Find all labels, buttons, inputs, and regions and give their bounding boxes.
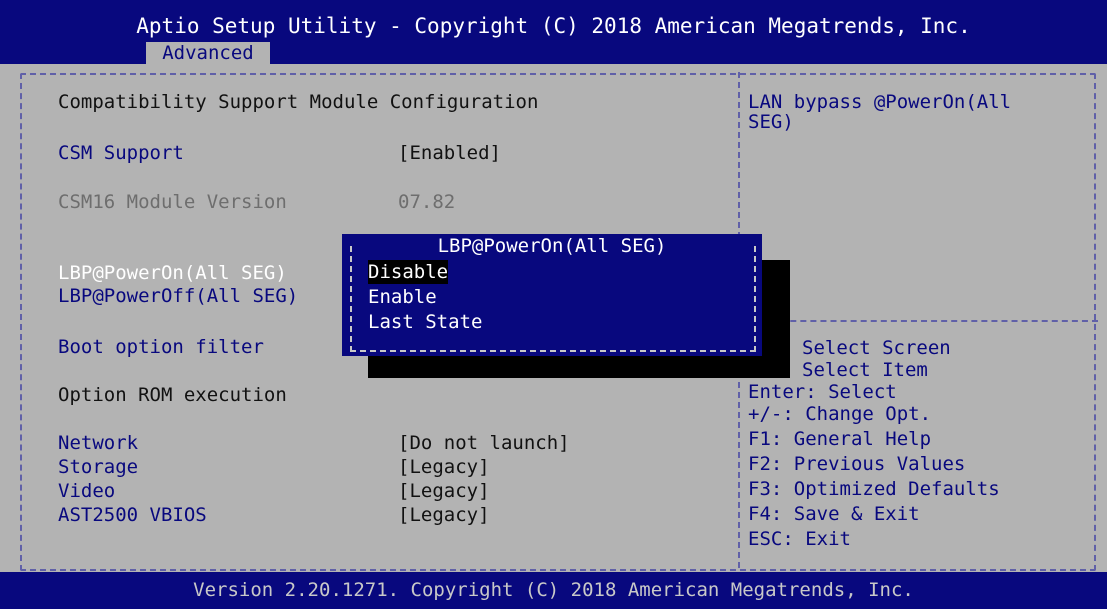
- title-bar: Aptio Setup Utility - Copyright (C) 2018…: [0, 0, 1107, 65]
- help-f1: F1: General Help: [748, 428, 932, 450]
- help-f2: F2: Previous Values: [748, 453, 966, 475]
- csm-support-label[interactable]: CSM Support: [58, 141, 184, 165]
- help-description-line2: SEG): [748, 111, 794, 133]
- storage-label[interactable]: Storage: [58, 455, 138, 479]
- network-label[interactable]: Network: [58, 431, 138, 455]
- popup-option-last-state[interactable]: Last State: [368, 310, 482, 334]
- help-esc: ESC: Exit: [748, 528, 851, 550]
- popup-option-disable[interactable]: Disable: [368, 260, 449, 284]
- ast2500-vbios-label[interactable]: AST2500 VBIOS: [58, 503, 207, 527]
- boot-option-filter-label[interactable]: Boot option filter: [58, 335, 264, 359]
- version-text: Version 2.20.1271. Copyright (C) 2018 Am…: [193, 579, 914, 601]
- lbp-poweroff-label[interactable]: LBP@PowerOff(All SEG): [58, 284, 298, 308]
- network-value[interactable]: [Do not launch]: [398, 431, 570, 455]
- csm16-version-value: 07.82: [398, 191, 456, 213]
- help-change-opt: +/-: Change Opt.: [748, 403, 932, 425]
- help-select-item: Select Item: [802, 359, 928, 381]
- help-separator: [740, 320, 1098, 322]
- option-rom-execution-label: Option ROM execution: [58, 384, 287, 406]
- section-title: Compatibility Support Module Configurati…: [58, 91, 539, 113]
- help-enter-select: Enter: Select: [748, 381, 897, 403]
- status-bar: Version 2.20.1271. Copyright (C) 2018 Am…: [0, 572, 1107, 609]
- popup-title: LBP@PowerOn(All SEG): [437, 235, 667, 257]
- ast2500-vbios-value[interactable]: [Legacy]: [398, 503, 490, 527]
- popup-option-enable[interactable]: Enable: [368, 285, 437, 309]
- app-title: Aptio Setup Utility - Copyright (C) 2018…: [136, 14, 971, 38]
- help-f4: F4: Save & Exit: [748, 503, 920, 525]
- help-select-screen: Select Screen: [802, 337, 951, 359]
- video-label[interactable]: Video: [58, 479, 115, 503]
- lbp-poweron-label[interactable]: LBP@PowerOn(All SEG): [58, 261, 287, 285]
- lbp-poweron-popup: LBP@PowerOn(All SEG) Disable Enable Last…: [342, 234, 762, 356]
- help-f3: F3: Optimized Defaults: [748, 478, 1000, 500]
- csm-support-value[interactable]: [Enabled]: [398, 141, 501, 165]
- storage-value[interactable]: [Legacy]: [398, 455, 490, 479]
- tab-advanced[interactable]: Advanced: [146, 42, 270, 65]
- csm16-version-label: CSM16 Module Version: [58, 191, 287, 213]
- video-value[interactable]: [Legacy]: [398, 479, 490, 503]
